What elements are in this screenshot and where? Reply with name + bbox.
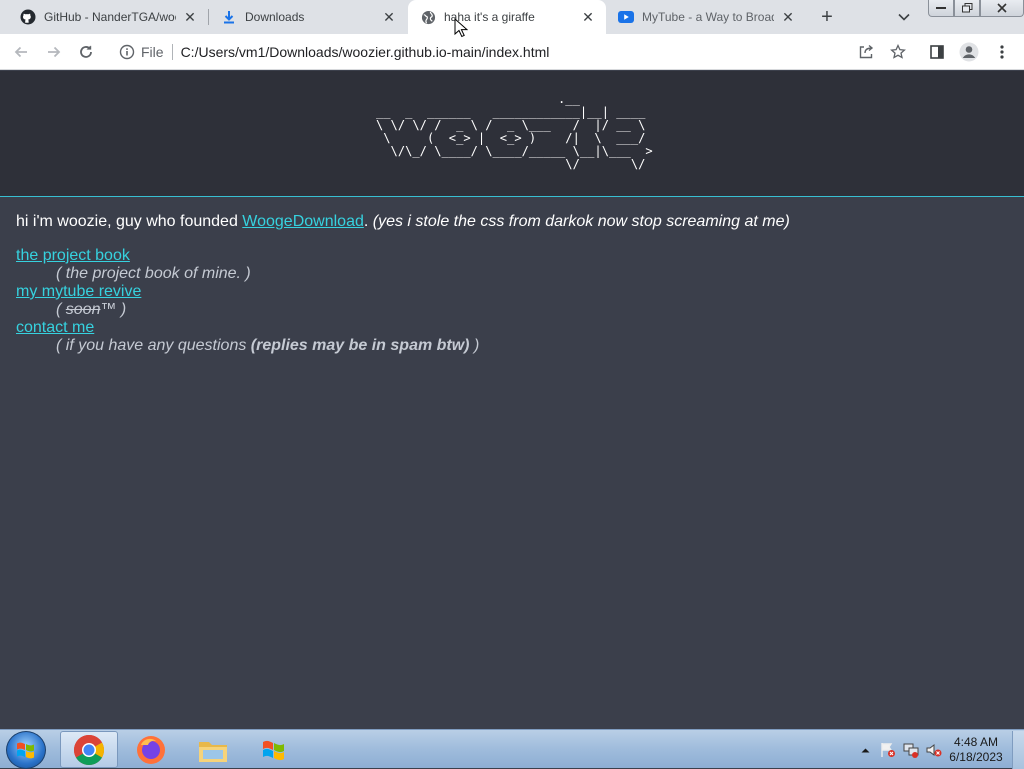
- soon-text: soon: [65, 301, 101, 318]
- taskbar-explorer[interactable]: [184, 731, 242, 768]
- minimize-button[interactable]: [928, 0, 954, 17]
- clock-date: 6/18/2023: [949, 749, 1003, 764]
- taskbar-clock[interactable]: 4:48 AM 6/18/2023: [944, 735, 1008, 765]
- taskbar-chrome[interactable]: [60, 731, 118, 768]
- youtube-icon: [618, 9, 634, 25]
- download-icon: [221, 9, 237, 25]
- back-arrow-icon[interactable]: [9, 40, 33, 64]
- tab-title: MyTube - a Way to Broad: [642, 10, 774, 24]
- tab-downloads[interactable]: Downloads ✕: [209, 0, 407, 34]
- project-book-link[interactable]: the project book: [16, 247, 1006, 265]
- bookmark-star-icon[interactable]: [886, 40, 910, 64]
- web-page: .__ __ _ ______ ____________|__| ____ \ …: [0, 71, 1024, 729]
- restore-button[interactable]: [954, 0, 980, 17]
- header-banner: .__ __ _ ______ ____________|__| ____ \ …: [0, 71, 1024, 197]
- contact-me-link[interactable]: contact me: [16, 319, 1006, 337]
- share-icon[interactable]: [854, 40, 878, 64]
- system-tray: 4:48 AM 6/18/2023: [852, 730, 1024, 769]
- tab-mytube[interactable]: MyTube - a Way to Broad ✕: [606, 0, 806, 34]
- divider: [171, 44, 173, 60]
- link-list: the project book ( the project book of m…: [16, 247, 1006, 355]
- windows-flag-icon: [263, 740, 284, 760]
- project-book-desc: ( the project book of mine. ): [56, 265, 251, 282]
- profile-avatar-icon[interactable]: [957, 40, 981, 64]
- mytube-revive-link[interactable]: my mytube revive: [16, 283, 1006, 301]
- intro-text: hi i'm woozie, guy who founded: [16, 213, 243, 230]
- chrome-icon: [73, 734, 105, 765]
- show-hidden-icons-chevron-icon[interactable]: [855, 740, 875, 760]
- windows-logo-icon: [17, 742, 34, 759]
- show-desktop-button[interactable]: [1012, 730, 1024, 769]
- start-button[interactable]: [6, 731, 46, 769]
- action-center-flag-icon[interactable]: [878, 740, 898, 760]
- desc-open: ( if you have any questions: [56, 337, 251, 354]
- forward-arrow-icon[interactable]: [42, 40, 66, 64]
- close-icon[interactable]: ✕: [580, 9, 596, 25]
- network-icon[interactable]: [901, 740, 921, 760]
- tab-title: GitHub - NanderTGA/woo: [44, 10, 176, 24]
- close-icon[interactable]: ✕: [381, 9, 397, 25]
- ascii-logo: .__ __ _ ______ ____________|__| ____ \ …: [376, 92, 653, 171]
- contact-me-desc: ( if you have any questions (replies may…: [16, 337, 1006, 355]
- desc-close: ™ ): [100, 301, 127, 318]
- page-content: hi i'm woozie, guy who founded WoogeDown…: [16, 213, 1006, 355]
- close-icon[interactable]: ✕: [182, 9, 198, 25]
- url-text[interactable]: C:/Users/vm1/Downloads/woozier.github.io…: [181, 44, 550, 60]
- reload-icon[interactable]: [74, 40, 98, 64]
- new-tab-button[interactable]: +: [815, 5, 839, 29]
- desc-close: ): [469, 337, 480, 354]
- mytube-revive-desc: ( soon™ ): [16, 301, 1006, 319]
- firefox-icon: [137, 735, 165, 764]
- windows-taskbar: 4:48 AM 6/18/2023: [0, 729, 1024, 769]
- globe-icon: [420, 9, 436, 25]
- taskbar-firefox[interactable]: [122, 731, 180, 768]
- browser-toolbar: File C:/Users/vm1/Downloads/woozier.gith…: [0, 34, 1024, 70]
- tab-github[interactable]: GitHub - NanderTGA/woo ✕: [8, 0, 208, 34]
- menu-kebab-icon[interactable]: [990, 40, 1014, 64]
- url-scheme: File: [141, 44, 164, 60]
- window-controls: [928, 0, 1024, 18]
- tab-search-chevron-icon[interactable]: [893, 7, 915, 27]
- github-icon: [20, 9, 36, 25]
- tab-strip: GitHub - NanderTGA/woo ✕ Downloads ✕ hah…: [0, 0, 1024, 34]
- intro-paragraph: hi i'm woozie, guy who founded WoogeDown…: [16, 213, 1006, 231]
- address-bar[interactable]: File C:/Users/vm1/Downloads/woozier.gith…: [108, 38, 888, 66]
- mouse-cursor-icon: [454, 17, 469, 43]
- spam-note: (replies may be in spam btw): [250, 337, 470, 354]
- tab-title: Downloads: [245, 10, 305, 24]
- close-icon[interactable]: ✕: [780, 9, 796, 25]
- woogedownload-link[interactable]: WoogeDownload: [242, 213, 364, 230]
- intro-aside: (yes i stole the css from darkok now sto…: [372, 213, 790, 230]
- folder-icon: [199, 741, 227, 762]
- tab-giraffe[interactable]: haha it's a giraffe ✕: [408, 0, 606, 34]
- close-window-button[interactable]: [980, 0, 1024, 17]
- taskbar-media[interactable]: [246, 731, 304, 768]
- clock-time: 4:48 AM: [953, 734, 999, 749]
- intro-dot: .: [363, 213, 373, 230]
- desc-open: (: [56, 301, 66, 318]
- info-icon[interactable]: [119, 44, 135, 60]
- side-panel-icon[interactable]: [925, 40, 949, 64]
- volume-muted-icon[interactable]: [924, 740, 944, 760]
